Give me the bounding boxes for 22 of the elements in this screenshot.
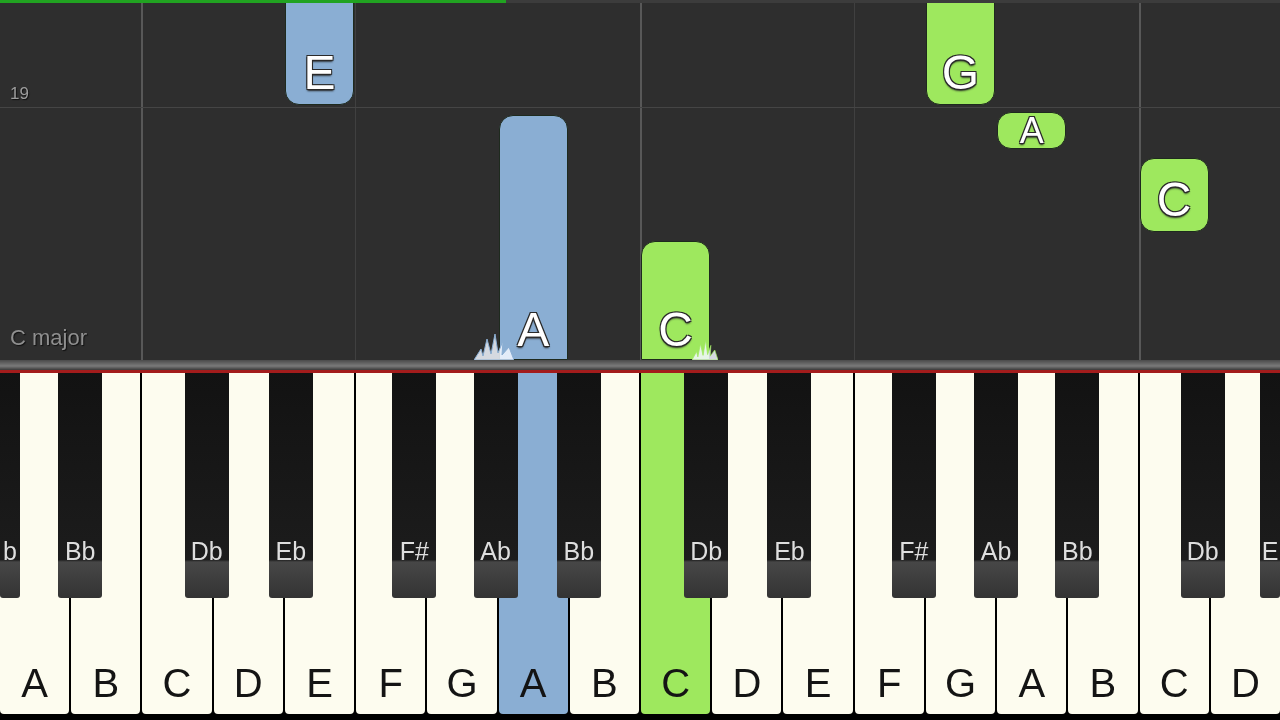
- accidental-key: E: [1260, 373, 1280, 598]
- accidental-key: F#: [392, 373, 437, 598]
- accidental-key: F#: [891, 373, 936, 598]
- accidental-key: Eb: [767, 373, 812, 598]
- falling-note: C: [641, 241, 711, 360]
- measure-number: 19: [10, 85, 29, 102]
- accidental-key: b: [0, 373, 20, 598]
- accidental-key: Bb: [556, 373, 601, 598]
- falling-note: E: [284, 0, 355, 105]
- accidental-key: Ab: [473, 373, 518, 598]
- accidental-key: Db: [684, 373, 729, 598]
- accidental-key: Bb: [58, 373, 103, 598]
- falling-note: A: [498, 115, 568, 360]
- accidental-key: Db: [184, 373, 229, 598]
- accidental-key: Bb: [1055, 373, 1100, 598]
- accidental-key: Eb: [268, 373, 313, 598]
- falling-note: A: [997, 112, 1067, 149]
- accidental-key: Ab: [974, 373, 1019, 598]
- falling-note: G: [925, 0, 996, 105]
- accidental-key: Db: [1180, 373, 1225, 598]
- key-signature-label: C major: [10, 327, 87, 349]
- falling-note: C: [1139, 158, 1209, 232]
